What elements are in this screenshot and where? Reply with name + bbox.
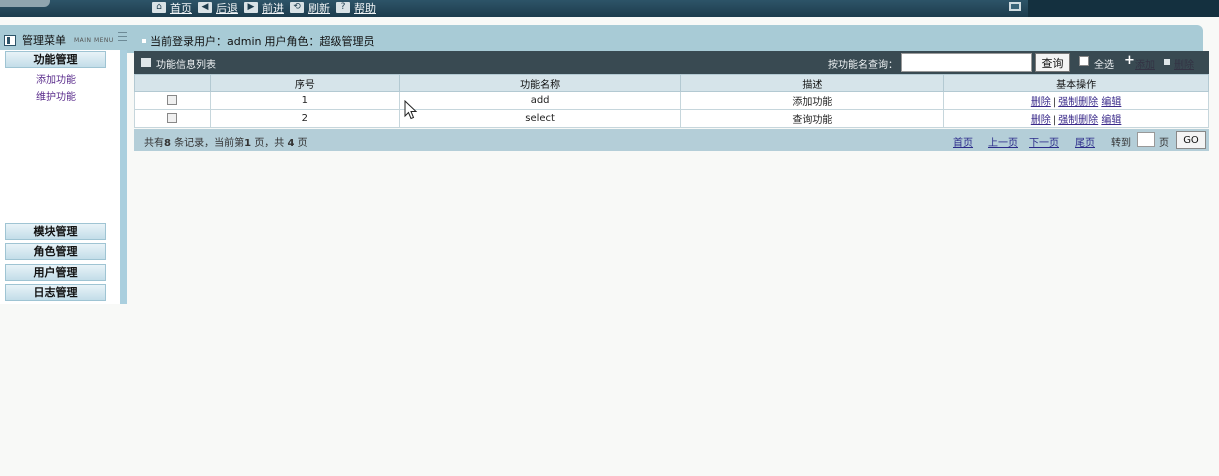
delete-link[interactable]: 删除: [1174, 56, 1194, 71]
bullet-icon: [142, 39, 146, 43]
help-icon: ?: [336, 2, 350, 13]
top-right-panel: [1028, 0, 1219, 17]
nav-forward-label[interactable]: 前进: [262, 0, 284, 16]
row-check-cell: [134, 91, 211, 110]
sidebar-section-module[interactable]: 模块管理: [5, 223, 106, 240]
logo: [0, 0, 50, 7]
query-button[interactable]: 查询: [1035, 53, 1070, 72]
edit-row-link[interactable]: 编辑: [1101, 97, 1121, 108]
pager-bar: 共有8 条记录，当前第1 页，共 4 页 首页 上一页 下一页 尾页 转到 页 …: [134, 129, 1209, 151]
row-no: 1: [209, 91, 400, 110]
go-button[interactable]: GO: [1176, 131, 1206, 149]
summary-mid: 条记录，当前第: [174, 138, 245, 149]
plus-icon[interactable]: +: [1124, 53, 1135, 68]
pager-summary: 共有8 条记录，当前第1 页，共 4 页: [144, 134, 308, 149]
op-separator: |: [1052, 97, 1057, 108]
col-header-no: 序号: [209, 74, 400, 92]
menu-panel-icon: [4, 34, 16, 46]
col-header-desc: 描述: [680, 74, 945, 92]
top-nav: ⌂ 首页 ◀ 后退 ▶ 前进 ⟲ 刷新 ? 帮助: [152, 0, 382, 15]
row-ops: 删除 | 强制删除 编辑: [943, 109, 1209, 128]
delete-row-link[interactable]: 删除: [1031, 115, 1051, 126]
col-header-ops: 基本操作: [943, 74, 1209, 92]
row-checkbox[interactable]: [167, 113, 178, 123]
row-ops: 删除 | 强制删除 编辑: [943, 91, 1209, 110]
table-row: 1 add 添加功能 删除 | 强制删除 编辑: [134, 91, 1209, 110]
first-page-link[interactable]: 首页: [953, 134, 973, 149]
last-page-link[interactable]: 尾页: [1075, 134, 1095, 149]
nav-home[interactable]: ⌂ 首页: [152, 0, 192, 16]
next-page-link[interactable]: 下一页: [1029, 134, 1059, 149]
sidebar-link-add-function[interactable]: 添加功能: [36, 71, 76, 86]
row-name: add: [398, 91, 682, 110]
list-title: 功能信息列表: [156, 60, 216, 71]
list-icon: [141, 58, 151, 67]
menu-subtitle: MAIN MENU: [74, 36, 114, 44]
screen-icon[interactable]: [1009, 2, 1021, 11]
nav-forward[interactable]: ▶ 前进: [244, 0, 284, 16]
op-separator: |: [1052, 115, 1057, 126]
top-bar: ⌂ 首页 ◀ 后退 ▶ 前进 ⟲ 刷新 ? 帮助: [0, 0, 1219, 17]
nav-help[interactable]: ? 帮助: [336, 0, 376, 16]
search-label: 按功能名查询：: [828, 60, 898, 71]
sidebar-section-user[interactable]: 用户管理: [5, 264, 106, 281]
total-pages: 4: [287, 138, 295, 149]
current-page: 1: [244, 138, 252, 149]
menu-title-area: 管理菜单 MAIN MENU: [4, 32, 114, 48]
user-role: 用户角色：超级管理员: [264, 35, 375, 48]
login-info: 当前登录用户：admin 用户角色：超级管理员: [142, 33, 377, 49]
add-link[interactable]: 添加: [1135, 56, 1155, 71]
select-all-checkbox[interactable]: [1079, 56, 1089, 66]
prev-page-link[interactable]: 上一页: [988, 134, 1018, 149]
edit-row-link[interactable]: 编辑: [1101, 115, 1121, 126]
total-records: 8: [164, 138, 171, 149]
row-desc: 查询功能: [680, 109, 945, 128]
col-header-name: 功能名称: [398, 74, 682, 92]
col-header-check: [134, 74, 211, 92]
home-icon: ⌂: [152, 2, 166, 13]
force-delete-row-link[interactable]: 强制删除: [1058, 115, 1098, 126]
row-checkbox[interactable]: [167, 95, 178, 105]
nav-help-label[interactable]: 帮助: [354, 0, 376, 16]
sidebar-section-role[interactable]: 角色管理: [5, 243, 106, 260]
sidebar-link-maintain-function[interactable]: 维护功能: [36, 88, 76, 103]
delete-row-link[interactable]: 删除: [1031, 97, 1051, 108]
page-unit-label: 页: [1159, 138, 1169, 149]
table-row: 2 select 查询功能 删除 | 强制删除 编辑: [134, 109, 1209, 128]
nav-back[interactable]: ◀ 后退: [198, 0, 238, 16]
nav-refresh-label[interactable]: 刷新: [308, 0, 330, 16]
summary-mid2: 页，共: [254, 138, 285, 149]
mouse-cursor-icon: [404, 100, 418, 120]
summary-suffix: 页: [297, 138, 308, 149]
summary-prefix: 共有: [144, 138, 164, 149]
list-toolbar: 功能信息列表 按功能名查询： 查询 全选 + 添加 删除: [134, 51, 1209, 74]
back-icon: ◀: [198, 2, 212, 13]
row-check-cell: [134, 109, 211, 128]
menu-title: 管理菜单: [22, 34, 66, 47]
force-delete-row-link[interactable]: 强制删除: [1058, 97, 1098, 108]
delete-icon[interactable]: [1164, 59, 1170, 65]
sidebar: 功能管理 添加功能 维护功能 模块管理 角色管理 用户管理 日志管理: [0, 50, 127, 304]
login-user: 当前登录用户：admin: [150, 35, 262, 48]
sidebar-section-function[interactable]: 功能管理: [5, 51, 106, 68]
nav-refresh[interactable]: ⟲ 刷新: [290, 0, 330, 16]
nav-home-label[interactable]: 首页: [170, 0, 192, 16]
select-all-label: 全选: [1094, 60, 1114, 71]
function-table: 序号 功能名称 描述 基本操作 1 add 添加功能 删除 | 强制删除 编辑 2 …: [134, 74, 1209, 128]
row-desc: 添加功能: [680, 91, 945, 110]
nav-back-label[interactable]: 后退: [216, 0, 238, 16]
row-no: 2: [209, 109, 400, 128]
table-header-row: 序号 功能名称 描述 基本操作: [134, 74, 1209, 92]
goto-page-input[interactable]: [1137, 132, 1155, 147]
sidebar-section-log[interactable]: 日志管理: [5, 284, 106, 301]
search-input[interactable]: [901, 53, 1032, 72]
refresh-icon: ⟲: [290, 2, 304, 13]
forward-icon: ▶: [244, 2, 258, 13]
goto-label: 转到: [1111, 138, 1131, 149]
menu-toggle-icon[interactable]: [118, 32, 127, 41]
row-name: select: [398, 109, 682, 128]
